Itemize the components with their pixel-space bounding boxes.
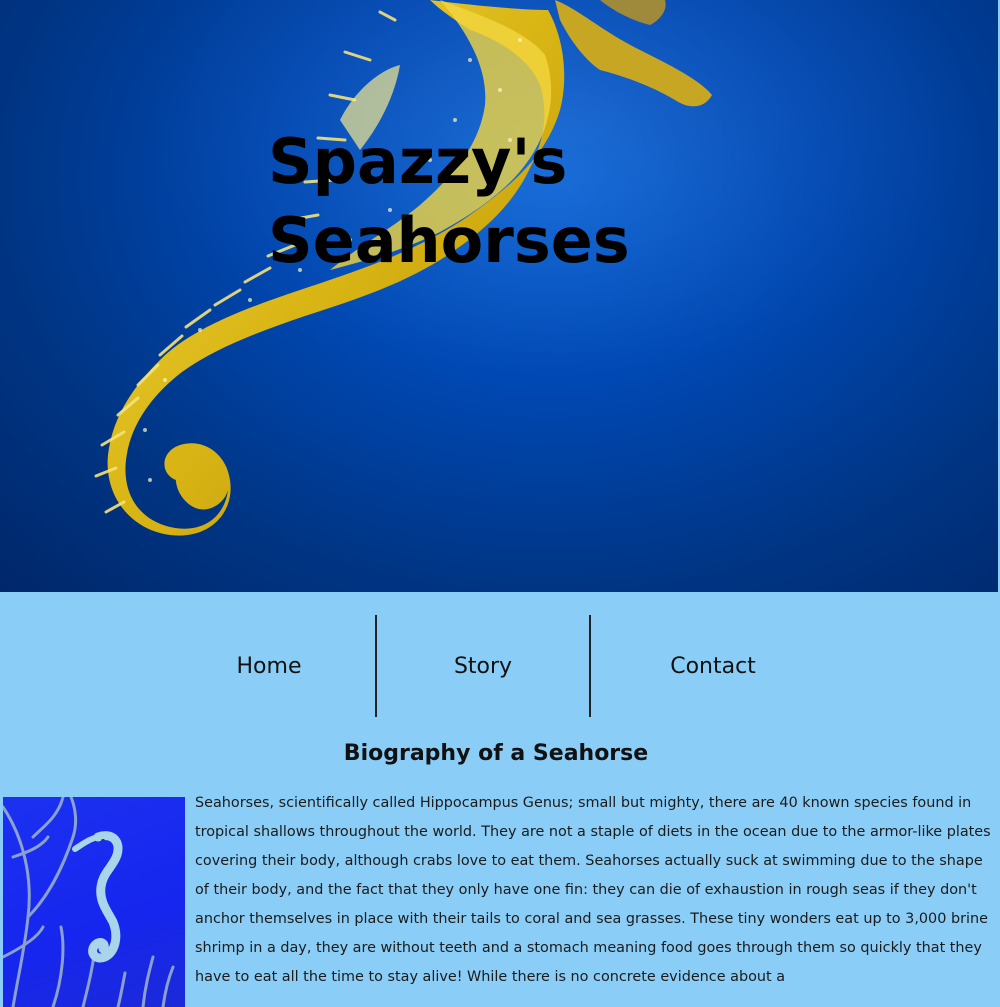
site-title-line2: Seahorses bbox=[268, 204, 630, 277]
seahorse-thumbnail-art bbox=[3, 797, 175, 1007]
seahorse-thumbnail bbox=[3, 797, 185, 1007]
section-heading: Biography of a Seahorse bbox=[343, 741, 649, 766]
seahorse-photo bbox=[94, 0, 980, 536]
nav-home-link[interactable]: Home bbox=[163, 615, 375, 717]
site-title-line1: Spazzy's bbox=[268, 125, 568, 198]
nav-contact-link[interactable]: Contact bbox=[591, 615, 835, 717]
hero-banner: Spazzy's Seahorses bbox=[0, 0, 998, 592]
biography-paragraph: Seahorses, scientifically called Hippoca… bbox=[195, 795, 991, 985]
nav-story-link[interactable]: Story bbox=[377, 615, 589, 717]
main-nav: Home Story Contact bbox=[0, 615, 1000, 717]
site-title: Spazzy's Seahorses bbox=[268, 122, 688, 280]
